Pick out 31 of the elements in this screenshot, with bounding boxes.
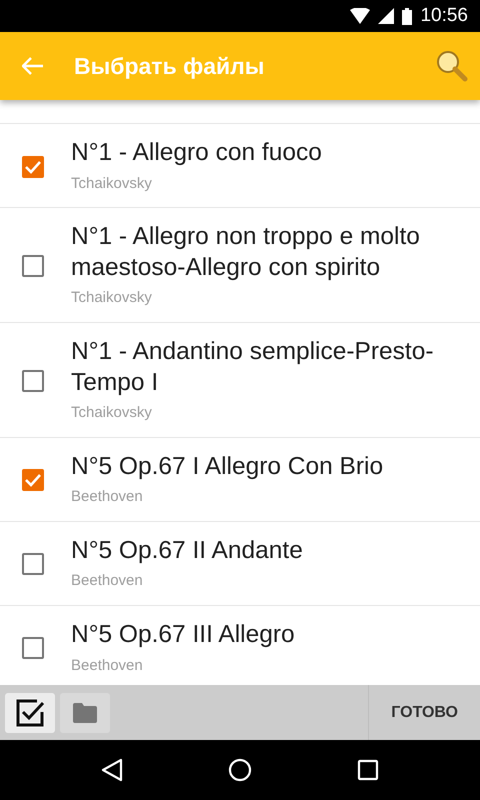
track-title: N°1 - Andantino semplice-Presto-Tempo I [71,336,434,398]
wifi-icon [350,8,370,24]
select-all-button[interactable] [5,693,55,733]
screen-title: Выбрать файлы [74,52,264,81]
battery-icon [402,8,412,24]
signal-icon [378,8,394,24]
checkbox[interactable] [22,255,44,277]
track-artist: Tchaikovsky [71,403,153,424]
checkbox[interactable] [22,469,44,492]
track-artist: Beethoven [71,656,144,676]
checkbox[interactable] [22,553,44,576]
home-icon[interactable] [228,758,252,782]
track-artist: Tchaikovsky [71,288,153,308]
track-artist: Beethoven [71,487,144,508]
track-title: N°5 Op.67 III Allegro [71,620,295,650]
recents-icon[interactable] [357,759,380,781]
search-icon[interactable] [436,50,468,82]
folder-button[interactable] [60,693,110,733]
track-artist: Beethoven [71,571,144,592]
back-icon[interactable] [100,758,123,782]
track-title: N°5 Op.67 I Allegro Con Brio [71,452,384,482]
track-title: N°1 - Allegro non troppo e molto maestoso-Allegro con spirito [71,222,421,283]
folder-icon [73,703,97,723]
checkbox[interactable] [22,637,44,660]
track-artist: Tchaikovsky [71,174,153,194]
track-title: N°1 - Allegro con fuoco [71,138,322,168]
clock-time: 10:56 [420,4,468,28]
checkbox-icon [15,698,45,728]
track-title: N°5 Op.67 II Andante [71,536,303,566]
checkbox[interactable] [22,156,44,178]
checkbox[interactable] [22,370,44,392]
